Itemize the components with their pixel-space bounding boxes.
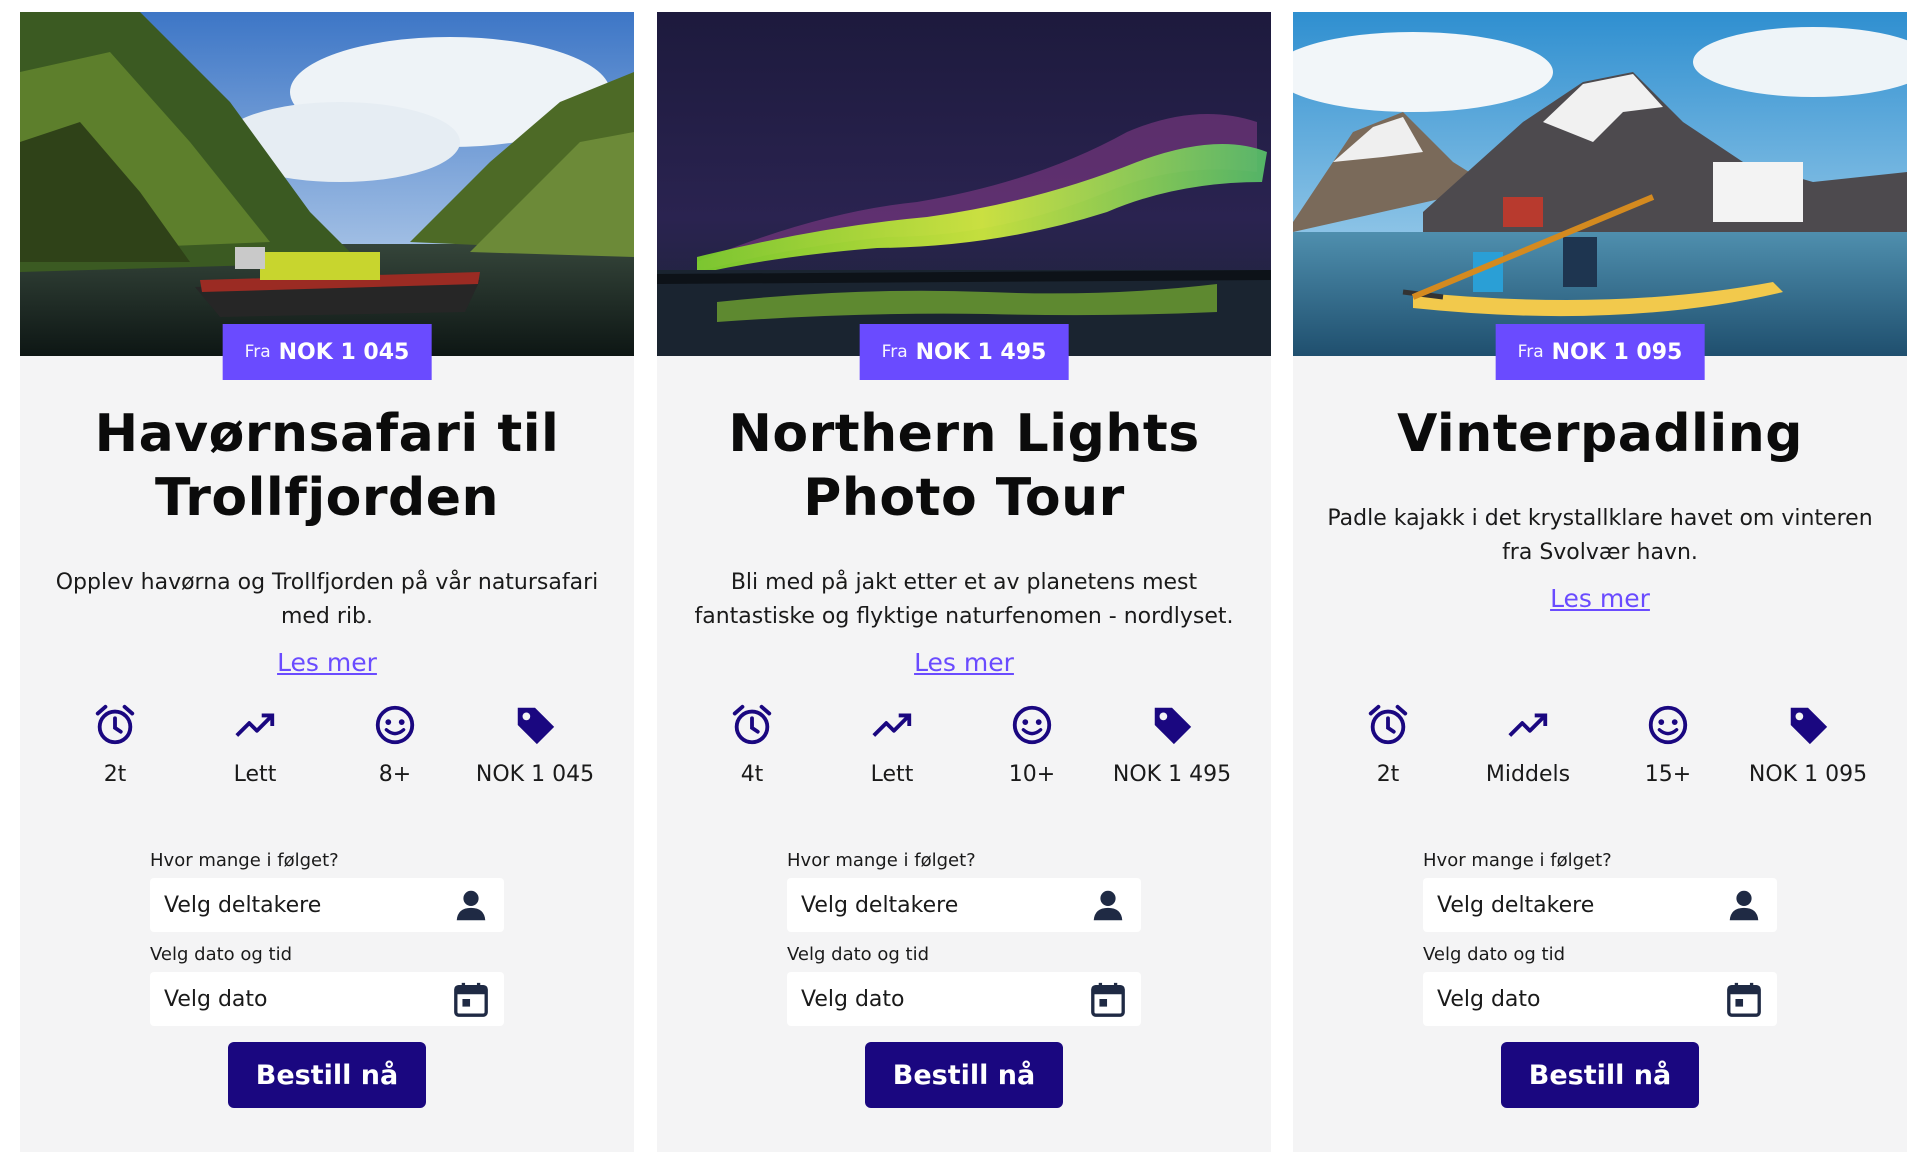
participants-label: Hvor mange i følget? [787, 850, 976, 871]
fact-difficulty-label: Middels [1485, 762, 1571, 787]
alarm-clock-icon [732, 704, 772, 745]
date-select[interactable]: Velg dato [787, 972, 1141, 1026]
tour-facts: 4t Lett 10+ NOK 1 495 [657, 702, 1271, 802]
person-icon [1093, 890, 1123, 921]
tour-cards: Fra NOK 1 045 Havørnsafari til Trollfjor… [0, 0, 1920, 1167]
date-select[interactable]: Velg dato [1423, 972, 1777, 1026]
person-icon [1729, 890, 1759, 921]
fact-age-label: 8+ [378, 762, 412, 787]
fact-duration: 4t [682, 702, 822, 787]
fact-duration: 2t [45, 702, 185, 787]
fact-difficulty: Lett [185, 702, 325, 787]
tour-card: Fra NOK 1 495 Northern Lights Photo Tour… [657, 12, 1271, 1152]
date-select[interactable]: Velg dato [150, 972, 504, 1026]
date-label: Velg dato og tid [1423, 944, 1566, 965]
fact-difficulty: Lett [822, 702, 962, 787]
fact-difficulty: Middels [1458, 702, 1598, 787]
fact-duration-label: 4t [740, 762, 764, 787]
date-label: Velg dato og tid [787, 944, 930, 965]
tour-facts: 2t Lett 8+ NOK 1 045 [20, 702, 634, 802]
calendar-icon [1091, 982, 1125, 1017]
fact-difficulty-label: Lett [233, 762, 277, 787]
trending-up-icon [872, 713, 912, 737]
date-placeholder: Velg dato [164, 986, 268, 1012]
price-prefix: Fra [244, 342, 271, 362]
read-more-link[interactable]: Les mer [1293, 584, 1907, 613]
book-now-button[interactable]: Bestill nå [228, 1042, 426, 1108]
price-tag-icon [1154, 707, 1192, 745]
tour-card: Fra NOK 1 095 Vinterpadling Padle kajakk… [1293, 12, 1907, 1152]
fact-price-label: NOK 1 095 [1748, 762, 1868, 787]
price-value: NOK 1 095 [1551, 339, 1683, 365]
participants-label: Hvor mange i følget? [150, 850, 339, 871]
smiley-face-icon [1012, 705, 1052, 745]
price-value: NOK 1 045 [278, 339, 410, 365]
fact-duration: 2t [1318, 702, 1458, 787]
tour-title: Havørnsafari til Trollfjorden [94, 404, 560, 528]
fact-age: 15+ [1598, 702, 1738, 787]
read-more-link[interactable]: Les mer [20, 648, 634, 677]
fact-age: 8+ [325, 702, 465, 787]
tour-description: Opplev havørna og Trollfjorden på vår na… [55, 570, 599, 629]
smiley-face-icon [1648, 705, 1688, 745]
fact-duration-label: 2t [1376, 762, 1400, 787]
fact-age-label: 10+ [1008, 762, 1056, 787]
tour-description: Bli med på jakt etter et av planetens me… [694, 570, 1234, 629]
participants-placeholder: Velg deltakere [164, 892, 322, 918]
tour-image-kayak[interactable] [1293, 12, 1907, 356]
alarm-clock-icon [1368, 704, 1408, 745]
book-now-button[interactable]: Bestill nå [865, 1042, 1063, 1108]
tour-description: Padle kajakk i det krystallklare havet o… [1327, 506, 1873, 565]
participants-select[interactable]: Velg deltakere [1423, 878, 1777, 932]
price-prefix: Fra [881, 342, 908, 362]
participants-label: Hvor mange i følget? [1423, 850, 1612, 871]
price-value: NOK 1 495 [915, 339, 1047, 365]
trending-up-icon [235, 713, 275, 737]
tour-title: Vinterpadling [1397, 404, 1803, 464]
price-badge: Fra NOK 1 095 [1495, 324, 1705, 380]
smiley-face-icon [375, 705, 415, 745]
tour-title: Northern Lights Photo Tour [728, 404, 1200, 528]
price-tag-icon [517, 707, 555, 745]
person-icon [456, 890, 486, 921]
participants-placeholder: Velg deltakere [1437, 892, 1595, 918]
book-now-button[interactable]: Bestill nå [1501, 1042, 1699, 1108]
date-placeholder: Velg dato [801, 986, 905, 1012]
date-label: Velg dato og tid [150, 944, 293, 965]
trending-up-icon [1508, 713, 1548, 737]
fact-price-label: NOK 1 495 [1112, 762, 1232, 787]
read-more-link[interactable]: Les mer [657, 648, 1271, 677]
participants-select[interactable]: Velg deltakere [150, 878, 504, 932]
fact-duration-label: 2t [103, 762, 127, 787]
price-badge: Fra NOK 1 495 [859, 324, 1069, 380]
fact-price-label: NOK 1 045 [475, 762, 595, 787]
fact-price: NOK 1 495 [1102, 702, 1242, 787]
participants-placeholder: Velg deltakere [801, 892, 959, 918]
price-tag-icon [1790, 707, 1828, 745]
fact-price: NOK 1 045 [465, 702, 605, 787]
alarm-clock-icon [95, 704, 135, 745]
date-placeholder: Velg dato [1437, 986, 1541, 1012]
fact-difficulty-label: Lett [870, 762, 914, 787]
tour-facts: 2t Middels 15+ NOK 1 095 [1293, 702, 1907, 802]
fact-age-label: 15+ [1644, 762, 1692, 787]
fact-age: 10+ [962, 702, 1102, 787]
calendar-icon [454, 982, 488, 1017]
participants-select[interactable]: Velg deltakere [787, 878, 1141, 932]
tour-image-northern-lights[interactable] [657, 12, 1271, 356]
tour-card: Fra NOK 1 045 Havørnsafari til Trollfjor… [20, 12, 634, 1152]
calendar-icon [1727, 982, 1761, 1017]
price-prefix: Fra [1517, 342, 1544, 362]
fact-price: NOK 1 095 [1738, 702, 1878, 787]
price-badge: Fra NOK 1 045 [222, 324, 432, 380]
tour-image-boat-fjord[interactable] [20, 12, 634, 356]
